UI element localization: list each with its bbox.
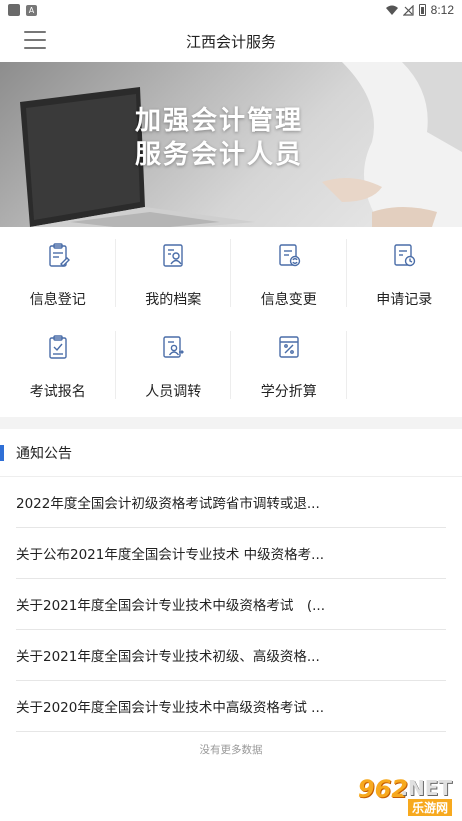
watermark-logo: 962 .NET 乐游网 <box>318 775 452 816</box>
hamburger-icon[interactable] <box>24 31 46 49</box>
notice-text: 2022年度全国会计初级资格考试跨省市调转或退... <box>16 496 320 512</box>
battery-icon <box>418 4 426 16</box>
clipboard-check-icon <box>49 335 67 359</box>
app-bar: 江西会计服务 <box>0 20 462 62</box>
grid-item-apply-records[interactable]: 申请记录 <box>347 227 462 319</box>
grid-item-exam-signup[interactable]: 考试报名 <box>0 319 116 411</box>
notice-item[interactable]: 关于公布2021年度全国会计专业技术 中级资格考... <box>16 528 446 579</box>
calculator-icon <box>279 336 299 358</box>
document-clock-icon <box>394 244 416 267</box>
notice-item[interactable]: 关于2021年度全国会计专业技术中级资格考试 (... <box>16 579 446 630</box>
status-time: 8:12 <box>430 3 454 17</box>
grid-item-my-profile[interactable]: 我的档案 <box>116 227 232 319</box>
profile-card-icon <box>163 244 183 267</box>
notice-item[interactable]: 关于2021年度全国会计专业技术初级、高级资格... <box>16 630 446 681</box>
section-divider <box>0 417 462 429</box>
grid-item-label: 考试报名 <box>29 384 86 400</box>
watermark-subtitle: 乐游网 <box>407 799 452 816</box>
notice-text: 关于2021年度全国会计专业技术中级资格考试 (... <box>16 598 325 614</box>
banner[interactable]: 加强会计管理 服务会计人员 <box>0 62 462 227</box>
a-icon: A <box>26 4 37 16</box>
wifi-icon <box>385 5 398 15</box>
no-more-data-text: 没有更多数据 <box>199 744 263 756</box>
grid-item-label: 人员调转 <box>145 384 202 400</box>
grid-item-personnel-transfer[interactable]: 人员调转 <box>116 319 232 411</box>
grid-item-info-change[interactable]: 信息变更 <box>231 227 347 319</box>
notice-accent-bar <box>0 444 4 461</box>
grid-item-empty <box>347 319 462 411</box>
status-bar: A 8:12 <box>0 0 462 20</box>
app-icon <box>8 4 20 16</box>
grid-item-label: 我的档案 <box>145 292 202 308</box>
notice-list: 2022年度全国会计初级资格考试跨省市调转或退... 关于公布2021年度全国会… <box>0 477 462 757</box>
banner-text: 加强会计管理 服务会计人员 <box>135 104 303 172</box>
document-sync-icon <box>279 244 300 267</box>
person-transfer-icon <box>163 336 185 358</box>
grid-item-label: 学分折算 <box>260 384 317 400</box>
grid-item-label: 信息登记 <box>29 292 86 308</box>
grid-item-info-register[interactable]: 信息登记 <box>0 227 116 319</box>
page-title: 江西会计服务 <box>185 32 276 51</box>
function-grid: 信息登记 我的档案 信息变更 申请记录 考试报名 人员调转 学分折算 <box>0 227 462 417</box>
notice-item[interactable]: 2022年度全国会计初级资格考试跨省市调转或退... <box>16 477 446 528</box>
notice-item[interactable]: 关于2020年度全国会计专业技术中高级资格考试 ... <box>16 681 446 732</box>
notice-text: 关于2021年度全国会计专业技术初级、高级资格... <box>16 649 320 665</box>
notice-title: 通知公告 <box>16 445 72 462</box>
banner-line-1: 加强会计管理 <box>135 106 304 136</box>
clipboard-edit-icon <box>49 243 70 267</box>
grid-item-label: 申请记录 <box>376 292 433 308</box>
no-signal-icon <box>402 4 414 16</box>
notice-text: 关于公布2021年度全国会计专业技术 中级资格考... <box>16 547 325 563</box>
watermark-net: .NET <box>400 776 452 800</box>
status-right: 8:12 <box>385 3 454 17</box>
status-left: A <box>8 4 37 16</box>
notice-text: 关于2020年度全国会计专业技术中高级资格考试 ... <box>16 700 325 716</box>
grid-item-credit-conversion[interactable]: 学分折算 <box>231 319 347 411</box>
grid-item-label: 信息变更 <box>260 292 317 308</box>
notice-header: 通知公告 <box>0 429 462 477</box>
banner-line-2: 服务会计人员 <box>135 140 304 170</box>
